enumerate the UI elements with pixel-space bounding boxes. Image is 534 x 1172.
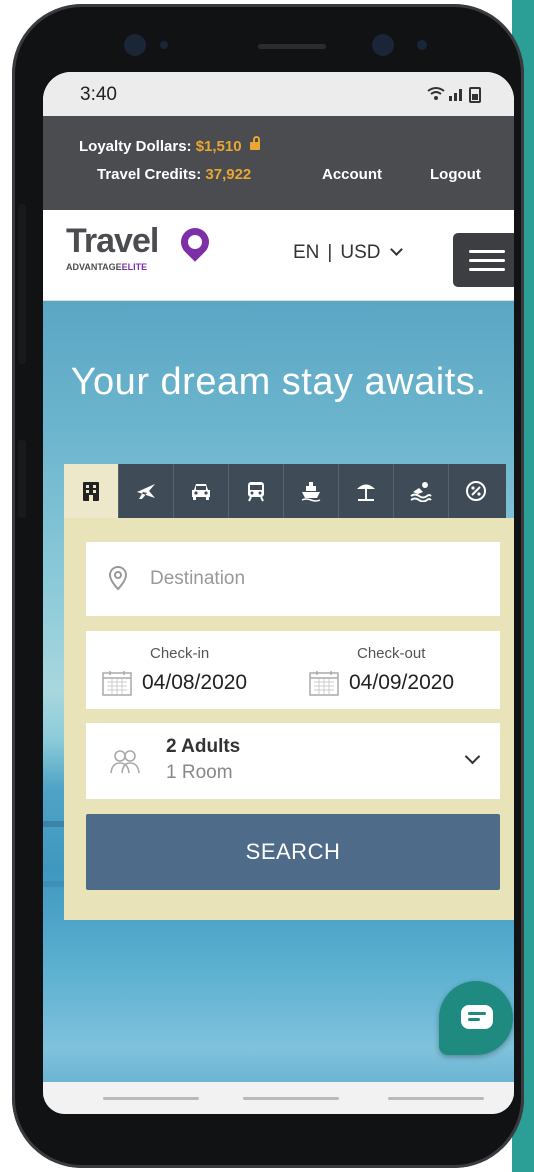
volume-button	[18, 204, 26, 364]
menu-button[interactable]	[453, 233, 514, 287]
search-button[interactable]: SEARCH	[86, 814, 500, 890]
power-button	[18, 440, 26, 518]
calendar-icon	[102, 671, 132, 696]
adults-count: 2 Adults	[166, 736, 241, 757]
status-time: 3:40	[80, 84, 117, 105]
logo-pin-icon	[175, 222, 215, 262]
cruise-icon	[301, 482, 321, 502]
tab-car[interactable]	[174, 464, 229, 518]
discount-icon	[466, 481, 486, 501]
beach-umbrella-icon	[357, 484, 375, 501]
travel-credits-label: Travel Credits:	[97, 166, 202, 183]
location-pin-icon	[108, 565, 128, 591]
travel-credits: Travel Credits: 37,922	[97, 166, 251, 183]
rooms-count: 1 Room	[166, 762, 233, 783]
front-camera	[372, 34, 394, 56]
language-currency-selector[interactable]: EN | USD	[293, 242, 404, 264]
tab-cruise[interactable]	[284, 464, 339, 518]
logo-advantage: ADVANTAGE	[66, 262, 122, 272]
chat-button[interactable]	[439, 981, 513, 1055]
logout-link[interactable]: Logout	[430, 166, 481, 183]
hero-title: Your dream stay awaits.	[70, 361, 487, 403]
destination-input[interactable]	[148, 563, 482, 595]
nav-back[interactable]	[103, 1097, 199, 1100]
checkout-date: 04/09/2020	[349, 671, 455, 694]
train-icon	[248, 482, 264, 502]
menu-icon-line	[469, 250, 505, 253]
checkin-label: Check-in	[150, 645, 210, 662]
currency-code: USD	[340, 242, 381, 263]
tab-train[interactable]	[229, 464, 284, 518]
tab-beach[interactable]	[339, 464, 394, 518]
chevron-down-icon	[464, 748, 481, 765]
menu-icon-line	[469, 268, 505, 271]
flight-icon	[137, 484, 155, 499]
loyalty-bar: Loyalty Dollars: $1,510 Travel Credits: …	[43, 116, 514, 210]
logo-subtitle: ADVANTAGEELITE	[66, 262, 147, 272]
sensor-dot	[417, 40, 427, 50]
nav-home[interactable]	[243, 1097, 339, 1100]
sensor-dot	[160, 41, 168, 49]
status-icons	[426, 85, 484, 106]
earpiece-speaker	[258, 44, 326, 49]
separator: |	[327, 242, 333, 263]
phone-frame: 3:40 Loyalty Dollars: $1,510 Travel Cred…	[12, 4, 524, 1168]
site-header: Travel ADVANTAGEELITE EN | USD	[43, 210, 514, 301]
car-icon	[192, 484, 210, 500]
calendar-icon	[309, 671, 339, 696]
nav-recents[interactable]	[388, 1097, 484, 1100]
hotel-icon	[83, 482, 99, 501]
tab-hotel[interactable]	[64, 464, 119, 518]
date-range-field: Check-in 04/08/2020 Check-out 04/09/2020	[86, 631, 500, 709]
destination-field[interactable]	[86, 542, 500, 616]
wifi-signal-battery-icon	[427, 87, 481, 103]
chevron-down-icon	[390, 243, 404, 256]
guests-icon	[110, 750, 140, 774]
tab-deals[interactable]	[449, 464, 504, 518]
loyalty-dollars-label: Loyalty Dollars:	[79, 138, 192, 155]
unlock-icon	[249, 136, 260, 150]
checkin-date: 04/08/2020	[142, 671, 248, 694]
travel-category-tabs	[64, 464, 506, 518]
tab-activities[interactable]	[394, 464, 449, 518]
chat-bubble-icon	[461, 1005, 493, 1029]
search-form-panel: Check-in 04/08/2020 Check-out	[64, 518, 514, 920]
phone-screen: 3:40 Loyalty Dollars: $1,510 Travel Cred…	[43, 72, 514, 1114]
camera-lens	[124, 34, 146, 56]
checkout-label: Check-out	[357, 645, 426, 662]
loyalty-dollars: Loyalty Dollars: $1,510	[79, 136, 260, 155]
loyalty-dollars-value: $1,510	[195, 138, 242, 155]
logo-text: Travel	[66, 222, 159, 260]
travel-credits-value: 37,922	[205, 166, 252, 183]
system-nav-bar	[43, 1082, 514, 1114]
menu-icon-line	[469, 259, 505, 262]
swimming-icon	[410, 482, 432, 502]
account-link[interactable]: Account	[322, 166, 382, 183]
tab-flight[interactable]	[119, 464, 174, 518]
status-bar: 3:40	[43, 72, 514, 116]
hero-section: Your dream stay awaits. Destination Chec…	[43, 301, 514, 1114]
guests-rooms-selector[interactable]: 2 Adults 1 Room	[86, 723, 500, 799]
logo-elite: ELITE	[121, 262, 148, 272]
language-code: EN	[293, 242, 320, 263]
